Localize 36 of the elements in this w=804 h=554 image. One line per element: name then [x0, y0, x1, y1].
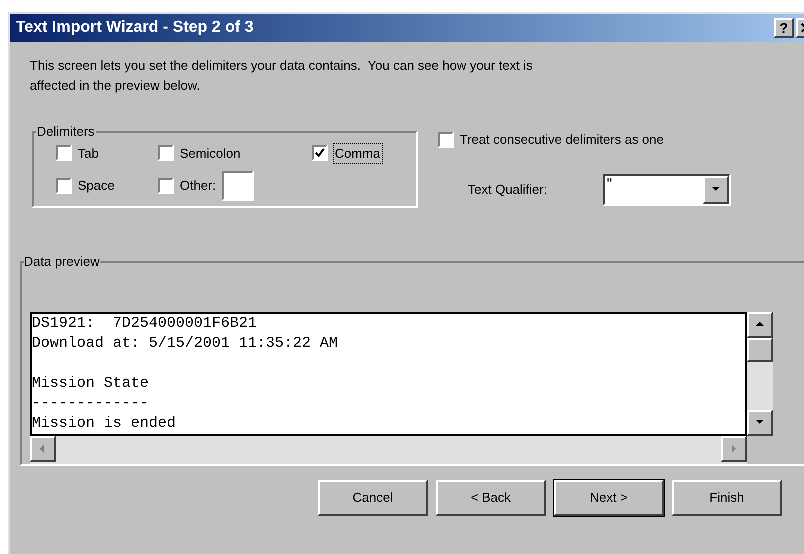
dialog-button[interactable]: Cancel	[318, 480, 428, 516]
scroll-thumb[interactable]	[747, 338, 773, 362]
checkbox[interactable]	[158, 145, 174, 162]
preview-line: -------------	[32, 394, 150, 414]
preview-line: Mission is ended	[32, 414, 176, 434]
checkbox[interactable]	[438, 132, 454, 148]
scroll-button[interactable]	[747, 410, 773, 436]
checkbox-label: Tab	[78, 144, 99, 162]
checkbox-label: Other:	[180, 177, 216, 196]
preview-line: Download at: 5/15/2001 11:35:22 AM	[32, 334, 338, 354]
checkbox-label: Comma	[334, 144, 382, 163]
arrow-icon	[729, 444, 739, 454]
scroll-button[interactable]	[30, 436, 56, 462]
dialog-button[interactable]: < Back	[436, 480, 546, 516]
checkbox[interactable]	[312, 145, 328, 162]
window-title: Text Import Wizard - Step 2 of 3	[16, 18, 254, 38]
checkbox-label: Space	[78, 177, 115, 196]
dropdown-button[interactable]	[703, 176, 729, 204]
scroll-button[interactable]	[721, 436, 747, 462]
intro-text: This screen lets you set the delimiters your data contains. You can see how your text is affected in the preview below.	[30, 57, 534, 95]
checkbox-label: Treat consecutive delimiters as one	[460, 131, 664, 149]
preview-line: DS1921: 7D254000001F6B21	[32, 314, 258, 334]
dialog-button[interactable]: Next >	[554, 480, 664, 516]
other-field[interactable]	[222, 171, 254, 201]
group-label: Delimiters	[36, 123, 96, 141]
scroll-button[interactable]	[747, 312, 773, 338]
text-qualifier-dropdown[interactable]: "	[603, 174, 731, 206]
help-button[interactable]: ?	[774, 18, 794, 38]
preview-line: Mission State	[32, 374, 150, 394]
checkbox[interactable]	[56, 145, 72, 162]
field-label: Text Qualifier:	[468, 180, 548, 199]
checkbox-label: Semicolon	[180, 144, 241, 162]
checkbox[interactable]	[56, 178, 72, 194]
checkbox[interactable]	[158, 178, 174, 194]
dialog-button[interactable]: Finish	[672, 480, 782, 516]
group-label: Data preview	[24, 253, 100, 271]
